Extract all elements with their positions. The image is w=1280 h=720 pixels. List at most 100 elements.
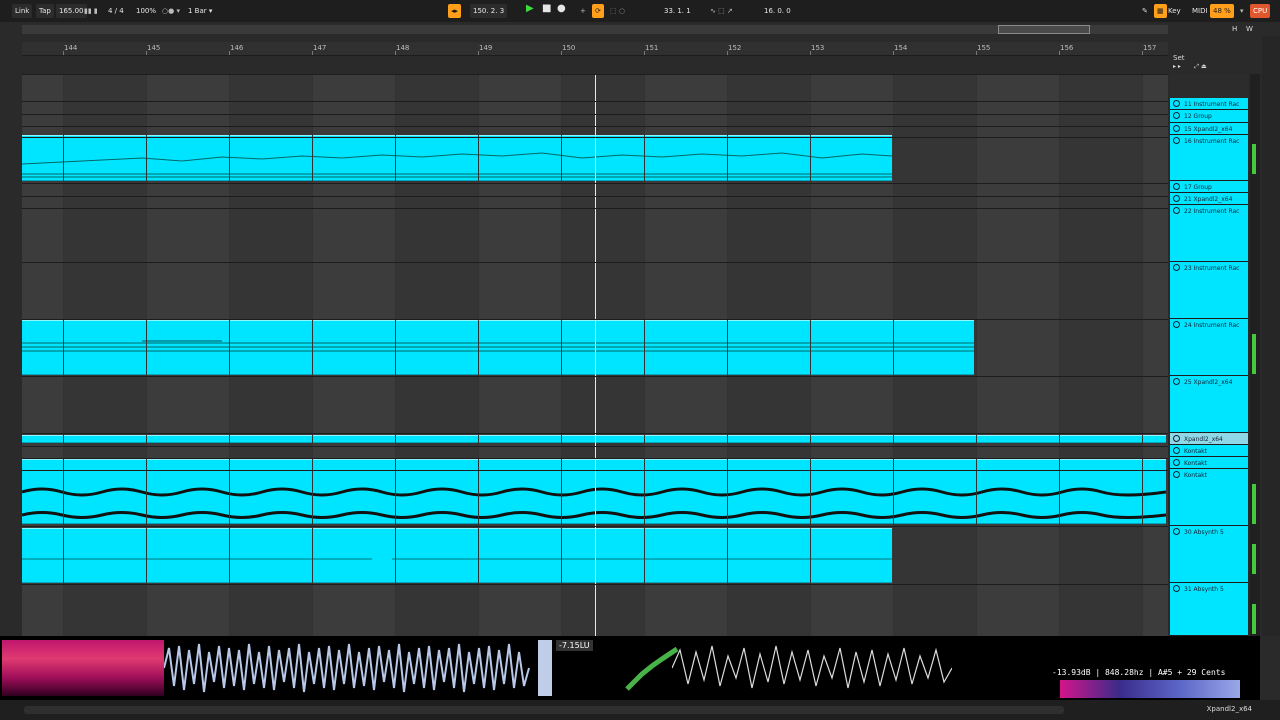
fold-icon[interactable] — [1173, 125, 1180, 132]
bar-number: 156 — [1060, 44, 1074, 52]
horizontal-scrollbar[interactable] — [24, 706, 1064, 714]
track-name: Kontakt — [1184, 460, 1207, 467]
audio-clip[interactable] — [22, 435, 1166, 443]
record-icon[interactable]: ● — [557, 2, 566, 16]
key-map-button[interactable]: Key — [1168, 7, 1181, 15]
punch-icons[interactable]: ∿ ⬚ ↗ — [710, 4, 733, 18]
track-header[interactable]: 12 Group — [1170, 110, 1248, 123]
fold-icon[interactable] — [1173, 447, 1180, 454]
arrangement-overview[interactable] — [22, 25, 1168, 34]
overdub-icon[interactable]: + — [580, 4, 586, 18]
set-label: Set — [1173, 54, 1185, 62]
track-name: 30 Absynth 5 — [1184, 529, 1224, 536]
track-header-controls[interactable]: ▸ ▸ ⤢ ⏏ — [1173, 63, 1207, 71]
fold-icon[interactable] — [1173, 435, 1180, 442]
midi-clip[interactable] — [22, 528, 892, 583]
fold-icon[interactable] — [1173, 137, 1180, 144]
selected-track-name: Xpandl2_x64 — [1206, 705, 1252, 713]
audio-clip[interactable] — [22, 459, 1166, 524]
track-header[interactable]: 23 Instrument Rac — [1170, 262, 1248, 319]
track-name: 12 Group — [1184, 113, 1212, 120]
bar-number: 144 — [64, 44, 78, 52]
fold-icon[interactable] — [1173, 207, 1180, 214]
stop-icon[interactable]: ■ — [542, 2, 551, 16]
track-name: Xpandl2_x64 — [1184, 436, 1223, 443]
fold-icon[interactable] — [1173, 585, 1180, 592]
quantize-dropdown[interactable]: 1 Bar — [188, 7, 207, 15]
bar-number: 152 — [728, 44, 742, 52]
song-position-field[interactable]: 150. 2. 3 — [470, 4, 508, 18]
track-header[interactable]: 31 Absynth 5 — [1170, 583, 1248, 636]
fold-icon[interactable] — [1173, 183, 1180, 190]
fold-icon[interactable] — [1173, 378, 1180, 385]
set-header: Set ▸ ▸ ⤢ ⏏ — [1170, 53, 1248, 73]
fold-icon[interactable] — [1173, 528, 1180, 535]
chevron-down-icon[interactable]: ▾ — [1240, 4, 1244, 18]
track-header[interactable]: Kontakt — [1170, 469, 1248, 526]
back-to-arrangement-button[interactable]: ◂▸ — [448, 4, 462, 18]
track-name: 31 Absynth 5 — [1184, 586, 1224, 593]
midi-map-button[interactable]: MIDI — [1192, 7, 1208, 15]
right-scrollbar[interactable] — [1262, 36, 1280, 636]
loop-length-field[interactable]: 16. 0. 0 — [764, 7, 791, 15]
play-icon[interactable]: ▶ — [526, 2, 534, 16]
fold-icon[interactable] — [1173, 112, 1180, 119]
pitch-readout: -13.93dB | 848.28hz | A#5 + 29 Cents — [1052, 668, 1226, 677]
loop-start-field[interactable]: 33. 1. 1 — [664, 7, 691, 15]
track-header[interactable]: 25 Xpandl2_x64 — [1170, 376, 1248, 433]
track-name: 17 Group — [1184, 184, 1212, 191]
track-header[interactable]: 17 Group — [1170, 181, 1248, 193]
bar-number: 147 — [313, 44, 327, 52]
optimize-width-button[interactable]: W — [1246, 25, 1253, 33]
overview-viewport[interactable] — [998, 25, 1090, 34]
fold-icon[interactable] — [1173, 100, 1180, 107]
track-header[interactable]: 21 Xpandl2_x64 — [1170, 193, 1248, 205]
draw-mode-icon[interactable]: ✎ — [1142, 4, 1148, 18]
midi-clip[interactable] — [22, 135, 892, 181]
track-header[interactable]: 15 Xpandl2_x64 — [1170, 123, 1248, 135]
automation-arm-button[interactable]: ⟳ — [592, 4, 604, 18]
track-name: 15 Xpandl2_x64 — [1184, 126, 1233, 133]
track-header[interactable]: Xpandl2_x64 — [1170, 433, 1248, 445]
chevron-down-icon[interactable]: ▾ — [209, 7, 213, 15]
bar-number: 157 — [1143, 44, 1157, 52]
track-name: 11 Instrument Rac — [1184, 101, 1240, 108]
keyboard-icon[interactable]: ▦ — [1154, 4, 1167, 18]
bar-number: 146 — [230, 44, 244, 52]
follow-icon[interactable]: ○● ▾ — [162, 4, 180, 18]
bar-number: 145 — [147, 44, 161, 52]
track-header[interactable]: Kontakt — [1170, 445, 1248, 457]
track-header[interactable]: 22 Instrument Rac — [1170, 205, 1248, 262]
bar-number: 153 — [811, 44, 825, 52]
tempo-field[interactable]: 165.00 — [56, 4, 87, 18]
beat-time-ruler[interactable]: 144 145 146 147 148 149 150 151 152 153 154 155 156 1… — [22, 42, 1168, 56]
fold-icon[interactable] — [1173, 321, 1180, 328]
track-name: 16 Instrument Rac — [1184, 138, 1240, 145]
fold-icon[interactable] — [1173, 471, 1180, 478]
fold-icon[interactable] — [1173, 195, 1180, 202]
bar-number: 155 — [977, 44, 991, 52]
optimize-height-button[interactable]: H — [1232, 25, 1237, 33]
track-header[interactable]: 30 Absynth 5 — [1170, 526, 1248, 583]
track-header[interactable]: 16 Instrument Rac — [1170, 135, 1248, 181]
playhead — [595, 74, 596, 636]
zoom-field[interactable]: 100% — [136, 7, 156, 15]
metronome-icon[interactable]: ▮▮ ▮ — [84, 4, 98, 18]
bar-number: 149 — [479, 44, 493, 52]
track-header[interactable]: Kontakt — [1170, 457, 1248, 469]
fold-icon[interactable] — [1173, 264, 1180, 271]
track-header[interactable]: 11 Instrument Rac — [1170, 98, 1248, 110]
bar-number: 150 — [562, 44, 576, 52]
midi-clip[interactable] — [22, 320, 974, 375]
track-header[interactable]: 24 Instrument Rac — [1170, 319, 1248, 376]
capture-icon[interactable]: ⬚ ○ — [610, 4, 625, 18]
link-button[interactable]: Link — [12, 4, 33, 18]
fold-icon[interactable] — [1173, 459, 1180, 466]
bar-number: 154 — [894, 44, 908, 52]
level-meter — [538, 640, 552, 696]
track-headers: 11 Instrument Rac 12 Group 15 Xpandl2_x64 1… — [1170, 74, 1248, 636]
time-signature-field[interactable]: 4 / 4 — [108, 7, 124, 15]
tap-tempo-button[interactable]: Tap — [36, 4, 54, 18]
arrangement-view[interactable] — [22, 74, 1168, 636]
ableton-arrangement-window: Link Tap 165.00 ▮▮ ▮ 4 / 4 100% ○● ▾ 1 B… — [0, 0, 1280, 720]
